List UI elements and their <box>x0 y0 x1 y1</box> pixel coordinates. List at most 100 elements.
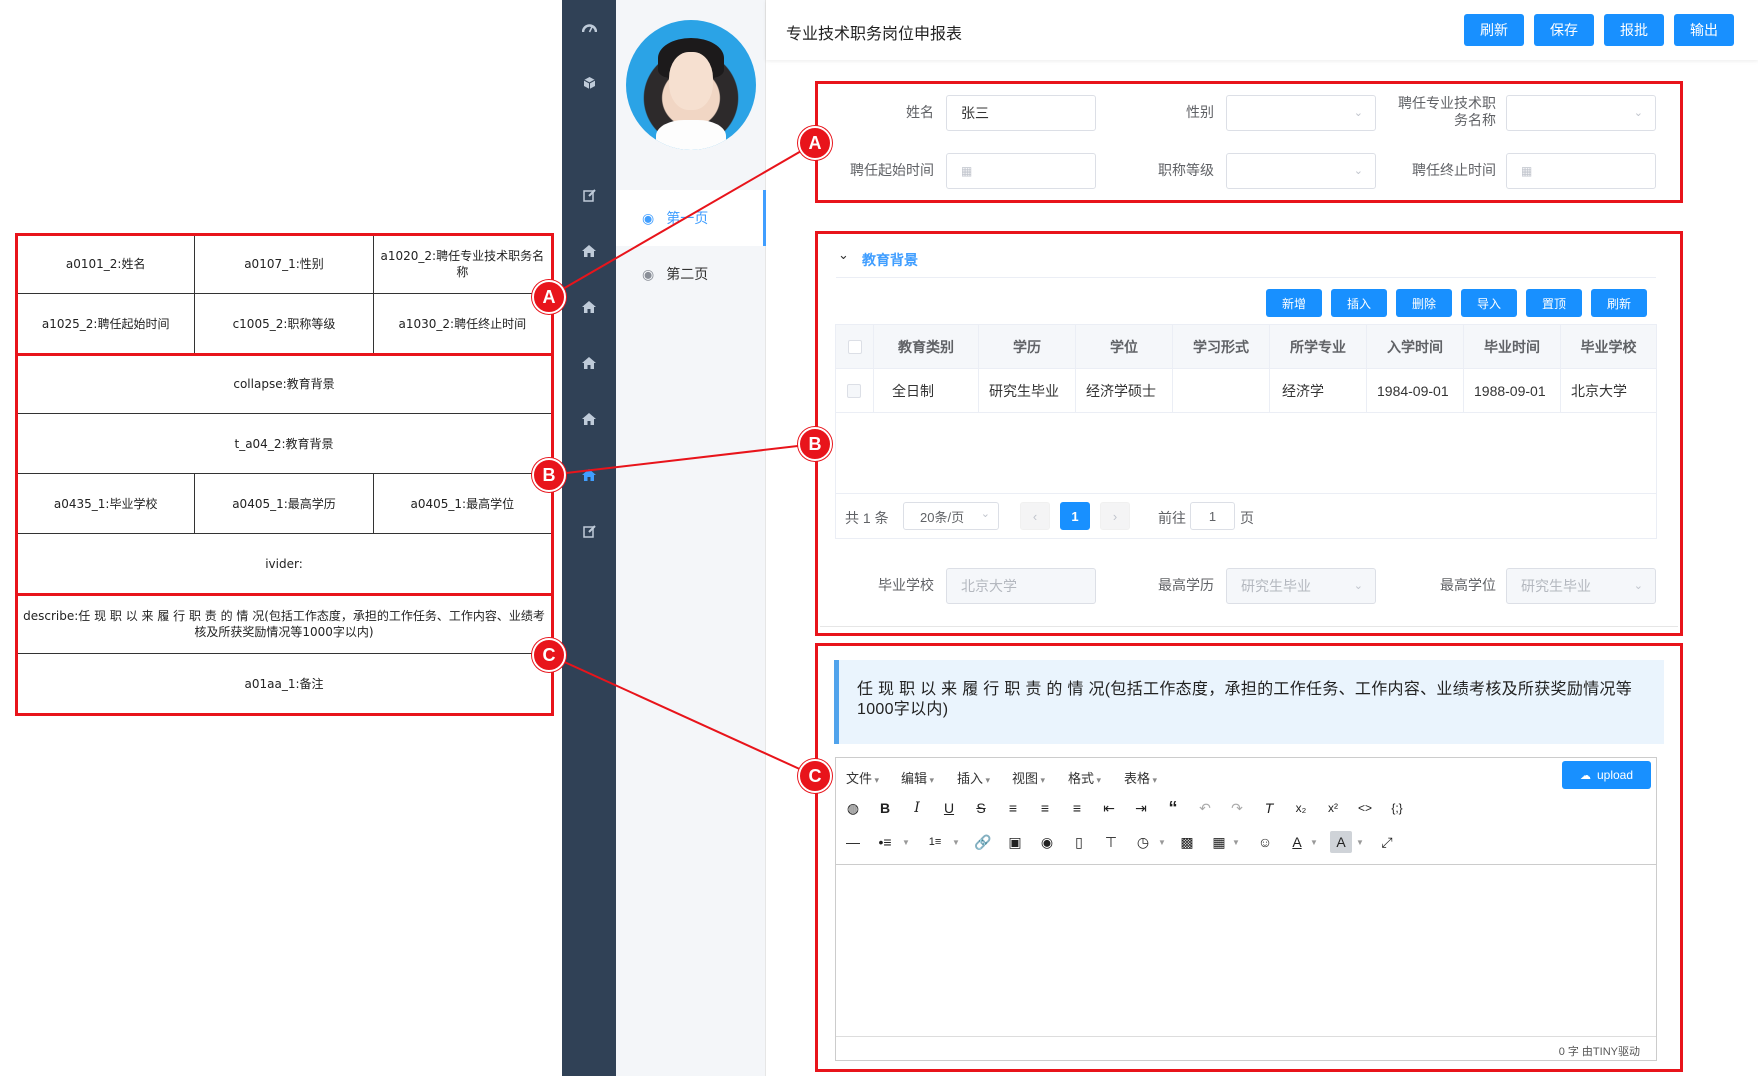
superscript-icon[interactable]: x² <box>1322 797 1344 819</box>
current-page-button[interactable]: 1 <box>1060 502 1090 530</box>
title-level-select[interactable]: ⌄ <box>1226 153 1376 189</box>
gender-select[interactable]: ⌄ <box>1226 95 1376 131</box>
next-page-button[interactable]: › <box>1100 502 1130 530</box>
select-all-header[interactable] <box>836 325 874 369</box>
align-center-icon[interactable]: ≡ <box>1034 797 1056 819</box>
undo-icon[interactable]: ↶ <box>1194 797 1216 819</box>
start-date-picker[interactable]: ▦ <box>946 153 1096 189</box>
clear-format-icon[interactable]: T <box>1258 797 1280 819</box>
editor-content-area[interactable] <box>836 864 1656 1038</box>
underline-icon[interactable]: U <box>938 797 960 819</box>
menu-edit[interactable]: 编辑 <box>901 768 934 787</box>
delete-button[interactable]: 删除 <box>1396 289 1452 317</box>
home-icon[interactable] <box>562 236 616 266</box>
redo-icon[interactable]: ↷ <box>1226 797 1248 819</box>
preview-icon[interactable]: ◉ <box>1036 831 1058 853</box>
column-header: 学历 <box>979 325 1076 369</box>
home-icon[interactable] <box>562 348 616 378</box>
export-button[interactable]: 输出 <box>1674 14 1734 46</box>
page-break-icon[interactable]: ⊤ <box>1100 831 1122 853</box>
horizontal-line-icon[interactable]: — <box>842 831 864 853</box>
schema-row: t_a04_2:教育背景 <box>16 414 552 474</box>
chevron-down-icon[interactable]: ▼ <box>1356 838 1364 847</box>
table-cell[interactable]: 1984-09-01 <box>1367 369 1464 413</box>
table-refresh-button[interactable]: 刷新 <box>1591 289 1647 317</box>
home-icon[interactable] <box>562 292 616 322</box>
menu-format[interactable]: 格式 <box>1068 768 1101 787</box>
row-select-cell[interactable] <box>836 369 874 413</box>
home-icon-active[interactable] <box>562 460 616 490</box>
media-icon[interactable]: ▩ <box>1176 831 1198 853</box>
indent-icon[interactable]: ⇥ <box>1130 797 1152 819</box>
fullscreen-icon[interactable]: ⤢ <box>1376 831 1398 853</box>
chevron-down-icon[interactable]: ▼ <box>952 838 960 847</box>
highest-education-select[interactable]: 研究生毕业 ⌄ <box>1226 568 1376 604</box>
chevron-down-icon[interactable]: ▼ <box>1232 838 1240 847</box>
find-replace-icon[interactable]: ◍ <box>842 797 864 819</box>
menu-table[interactable]: 表格 <box>1124 768 1157 787</box>
row-checkbox[interactable] <box>847 383 861 398</box>
code-sample-icon[interactable]: {;} <box>1386 797 1408 819</box>
chevron-down-icon[interactable]: ▼ <box>1310 838 1318 847</box>
bold-icon[interactable]: B <box>874 797 896 819</box>
code-icon[interactable]: <> <box>1354 797 1376 819</box>
refresh-button[interactable]: 刷新 <box>1464 14 1524 46</box>
name-input[interactable]: 张三 <box>946 95 1096 131</box>
prev-page-button[interactable]: ‹ <box>1020 502 1050 530</box>
import-button[interactable]: 导入 <box>1461 289 1517 317</box>
position-name-select[interactable]: ⌄ <box>1506 95 1656 131</box>
menu-view[interactable]: 视图 <box>1012 768 1045 787</box>
page-item-2[interactable]: ◉ 第二页 <box>616 246 766 302</box>
table-cell[interactable]: 北京大学 <box>1561 369 1656 413</box>
italic-icon[interactable]: I <box>906 797 928 819</box>
add-button[interactable]: 新增 <box>1266 289 1322 317</box>
chevron-down-icon[interactable]: ▼ <box>1158 838 1166 847</box>
table-cell[interactable]: 经济学 <box>1270 369 1367 413</box>
upload-button[interactable]: ☁ upload <box>1562 761 1651 789</box>
submit-approval-button[interactable]: 报批 <box>1604 14 1664 46</box>
align-left-icon[interactable]: ≡ <box>1002 797 1024 819</box>
highest-education-value: 研究生毕业 <box>1241 578 1311 594</box>
align-right-icon[interactable]: ≡ <box>1066 797 1088 819</box>
school-input[interactable]: 北京大学 <box>946 568 1096 604</box>
link-icon[interactable]: 🔗 <box>972 831 994 853</box>
select-all-checkbox[interactable] <box>847 339 862 354</box>
background-color-icon[interactable]: A <box>1330 831 1352 853</box>
goto-page-input[interactable]: 1 <box>1190 502 1235 530</box>
datetime-icon[interactable]: ◷ <box>1132 831 1154 853</box>
home-icon[interactable] <box>562 404 616 434</box>
table-cell[interactable]: 全日制 <box>874 369 979 413</box>
insert-button[interactable]: 插入 <box>1331 289 1387 317</box>
pin-top-button[interactable]: 置顶 <box>1526 289 1582 317</box>
menu-insert[interactable]: 插入 <box>957 768 990 787</box>
education-collapse-header[interactable]: ⌄ 教育背景 <box>836 238 1656 278</box>
table-cell[interactable]: 1988-09-01 <box>1464 369 1561 413</box>
bookmark-icon[interactable]: ▯ <box>1068 831 1090 853</box>
menu-file[interactable]: 文件 <box>846 768 879 787</box>
outdent-icon[interactable]: ⇤ <box>1098 797 1120 819</box>
chevron-down-icon: ⌄ <box>980 508 990 520</box>
edit-icon[interactable] <box>562 180 616 210</box>
page-size-select[interactable]: 20条/页 ⌄ <box>903 502 999 530</box>
edit-icon[interactable] <box>562 516 616 546</box>
chevron-down-icon[interactable]: ▼ <box>902 838 910 847</box>
table-cell[interactable] <box>1173 369 1270 413</box>
table-cell[interactable]: 经济学硕士 <box>1076 369 1173 413</box>
table-icon[interactable]: ▦ <box>1208 831 1230 853</box>
cube-icon[interactable] <box>562 68 616 98</box>
numbered-list-icon[interactable]: 1≡ <box>924 831 946 853</box>
emoji-icon[interactable]: ☺ <box>1254 831 1276 853</box>
subscript-icon[interactable]: x₂ <box>1290 797 1312 819</box>
end-date-picker[interactable]: ▦ <box>1506 153 1656 189</box>
page-item-1[interactable]: ◉ 第一页 <box>616 190 766 246</box>
strikethrough-icon[interactable]: S <box>970 797 992 819</box>
table-cell[interactable]: 研究生毕业 <box>979 369 1076 413</box>
image-icon[interactable]: ▣ <box>1004 831 1026 853</box>
bullet-list-icon[interactable]: •≡ <box>874 831 896 853</box>
save-button[interactable]: 保存 <box>1534 14 1594 46</box>
dashboard-icon[interactable] <box>562 12 616 42</box>
text-color-icon[interactable]: A <box>1286 831 1308 853</box>
rich-text-editor[interactable]: 文件 编辑 插入 视图 格式 表格 ☁ upload ◍ B I U S ≡ ≡… <box>835 757 1657 1061</box>
blockquote-icon[interactable]: “ <box>1162 797 1184 819</box>
highest-degree-select[interactable]: 研究生毕业 ⌄ <box>1506 568 1656 604</box>
